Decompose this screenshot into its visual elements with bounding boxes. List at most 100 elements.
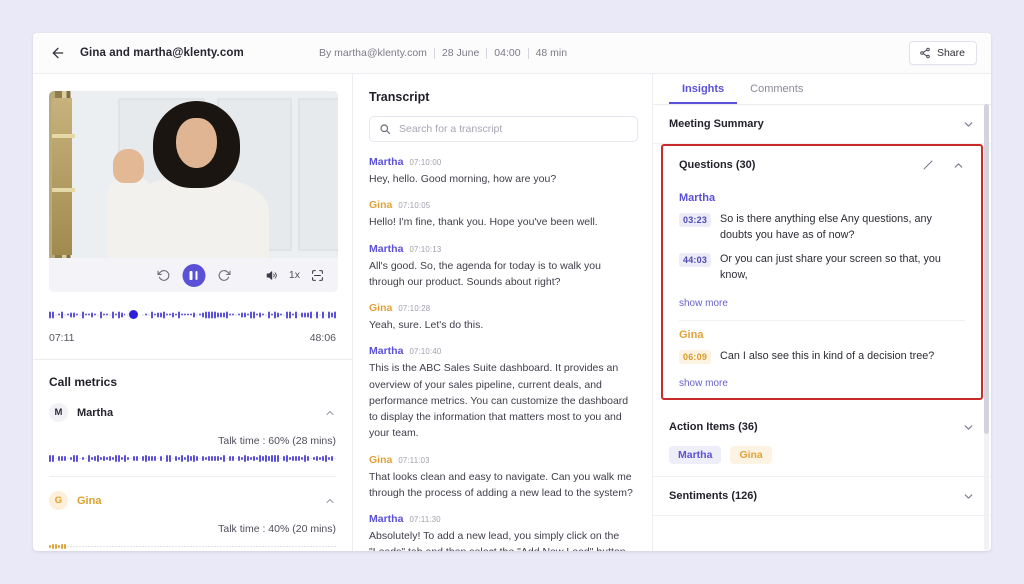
transcript-entry[interactable]: Martha 07:10:40 This is the ABC Sales Suit… <box>369 345 638 441</box>
transcript-entry[interactable]: Martha 07:11:30 Absolutely! To add a new l… <box>369 513 638 551</box>
search-icon <box>379 123 391 135</box>
transcript-text: All's good. So, the agenda for today is … <box>369 259 601 288</box>
back-icon[interactable] <box>49 44 67 62</box>
question-timestamp[interactable]: 03:23 <box>679 213 712 227</box>
pencil-icon[interactable] <box>922 159 934 171</box>
transcript-entry[interactable]: Gina 07:11:03 That looks clean and easy to… <box>369 454 638 502</box>
transcript-text: Hey, hello. Good morning, how are you? <box>369 173 557 185</box>
section-sentiments-header[interactable]: Sentiments (126) <box>669 477 975 515</box>
rotate-left-icon[interactable] <box>157 269 170 282</box>
section-meeting-summary: Meeting Summary <box>653 105 991 144</box>
scrollbar-thumb[interactable] <box>984 104 989 434</box>
meta-divider <box>433 47 435 59</box>
chevron-down-icon[interactable] <box>962 490 975 503</box>
section-title: Meeting Summary <box>669 118 764 130</box>
transcript-title: Transcript <box>369 90 430 104</box>
section-questions-header[interactable]: Questions (30) <box>679 146 965 184</box>
volume-icon[interactable] <box>265 269 278 282</box>
playback-controls <box>157 263 230 287</box>
app-body: 1x 07:11 48:06 Call metrics M Martha Tal… <box>33 74 991 551</box>
section-meeting-summary-header[interactable]: Meeting Summary <box>669 105 975 143</box>
seek-bar-area: 07:11 48:06 <box>33 292 352 344</box>
show-more-link[interactable]: show more <box>679 298 728 318</box>
transcript-entry[interactable]: Martha 07:10:00 Hey, hello. Good morning, … <box>369 156 638 187</box>
divider <box>49 476 336 477</box>
section-action-items-header[interactable]: Action Items (36) <box>669 408 975 446</box>
transcript-speaker: Martha <box>369 156 404 168</box>
video-player[interactable]: 1x <box>49 91 338 292</box>
video-controls: 1x <box>49 258 338 292</box>
transcript-entry[interactable]: Gina 07:10:05 Hello! I'm fine, thank you. … <box>369 199 638 230</box>
question-item[interactable]: 44:03 Or you can just share your screen s… <box>679 252 965 283</box>
show-more-wrap: show more <box>679 373 965 398</box>
video-thumbnail[interactable] <box>49 91 338 258</box>
transcript-speaker: Martha <box>369 345 404 358</box>
transcript-speaker: Martha <box>369 513 404 526</box>
transcript-speaker: Gina <box>369 302 393 315</box>
show-more-wrap: show more <box>679 293 965 318</box>
metrics-speaker-gina[interactable]: G Gina <box>49 491 336 510</box>
transcript-timestamp: 07:11:30 <box>409 515 441 525</box>
transcript-search[interactable] <box>369 116 638 142</box>
divider <box>679 319 965 321</box>
transcript-list: Martha 07:10:00 Hey, hello. Good morning, … <box>369 156 638 551</box>
talk-time-gina: Talk time : 40% (20 mins) <box>218 523 336 535</box>
transcript-entry-header: Martha 07:11:30 <box>369 513 638 525</box>
section-partial-cut-off <box>653 516 991 538</box>
chevron-up-icon[interactable] <box>952 159 965 172</box>
app-header: Gina and martha@klenty.com By martha@kle… <box>33 33 991 74</box>
fullscreen-icon[interactable] <box>311 269 324 282</box>
transcript-entry-header: Gina 07:11:03 <box>369 454 638 466</box>
chevron-up-icon[interactable] <box>324 407 336 419</box>
question-item[interactable]: 03:23 So is there anything else Any quest… <box>679 212 965 243</box>
tab-insights[interactable]: Insights <box>669 74 738 104</box>
chip-gina[interactable]: Gina <box>730 446 772 465</box>
meta-divider <box>486 47 488 59</box>
question-group-speaker: Gina <box>679 328 704 341</box>
question-text: Or you can just share your screen so tha… <box>720 253 941 281</box>
app-window: Gina and martha@klenty.com By martha@kle… <box>33 33 991 551</box>
chevron-up-icon[interactable] <box>324 495 336 507</box>
question-timestamp[interactable]: 44:03 <box>679 253 712 268</box>
transcript-entry[interactable]: Martha 07:10:13 All's good. So, the agenda… <box>369 243 638 291</box>
questions-highlight-box: Questions (30) Martha03:23So is there <box>661 144 983 401</box>
question-item[interactable]: 06:09 Can I also see this in kind of a de… <box>679 349 965 365</box>
transcript-text: This is the ABC Sales Suite dashboard. I… <box>369 362 629 440</box>
section-title: Sentiments (126) <box>669 490 758 503</box>
section-title: Questions (30) <box>679 159 756 171</box>
video-person-face <box>176 117 217 168</box>
pause-icon <box>189 270 198 280</box>
video-wall-panel <box>297 97 338 252</box>
meta-date: 28 June <box>441 47 480 59</box>
show-more-link[interactable]: show more <box>679 378 728 398</box>
transcript-text: Hello! I'm fine, thank you. Hope you've … <box>369 216 598 229</box>
talk-time-martha: Talk time : 60% (28 mins) <box>218 435 336 447</box>
share-button[interactable]: Share <box>908 41 977 65</box>
questions-group-list: Martha 03:23 So is there anything else Any… <box>679 192 965 398</box>
search-input[interactable] <box>399 123 628 135</box>
metrics-speaker-martha[interactable]: M Martha <box>49 403 336 422</box>
question-timestamp[interactable]: 06:09 <box>679 349 712 364</box>
transcript-text: Absolutely! To add a new lead, you simpl… <box>369 530 629 551</box>
transcript-timestamp: 07:10:28 <box>398 304 431 314</box>
video-shelf-bar <box>51 134 75 139</box>
chip-martha[interactable]: Martha <box>669 446 722 465</box>
chevron-down-icon[interactable] <box>962 421 975 434</box>
playback-speed-label[interactable]: 1x <box>289 269 300 281</box>
insights-scrollbar[interactable] <box>984 104 989 551</box>
chevron-down-icon[interactable] <box>962 118 975 131</box>
rotate-right-icon[interactable] <box>217 269 230 282</box>
meeting-meta: By martha@klenty.com 28 June 04:00 48 mi… <box>319 47 567 59</box>
transcript-text: That looks clean and easy to navigate. C… <box>369 470 633 499</box>
insights-panel: Insights Comments Meeting Summary Questi… <box>653 74 991 551</box>
tab-comments[interactable]: Comments <box>737 74 816 104</box>
video-person-hand <box>112 149 145 183</box>
transcript-timestamp: 07:10:13 <box>409 244 442 254</box>
transcript-text: Yeah, sure. Let's do this. <box>369 319 484 332</box>
transcript-entry[interactable]: Gina 07:10:28 Yeah, sure. Let's do this. <box>369 302 638 333</box>
seek-bar[interactable] <box>49 310 336 319</box>
play-pause-button[interactable] <box>182 263 205 287</box>
current-time: 07:11 <box>49 332 75 344</box>
avatar: G <box>49 491 68 510</box>
video-shelf-bar <box>51 187 75 192</box>
